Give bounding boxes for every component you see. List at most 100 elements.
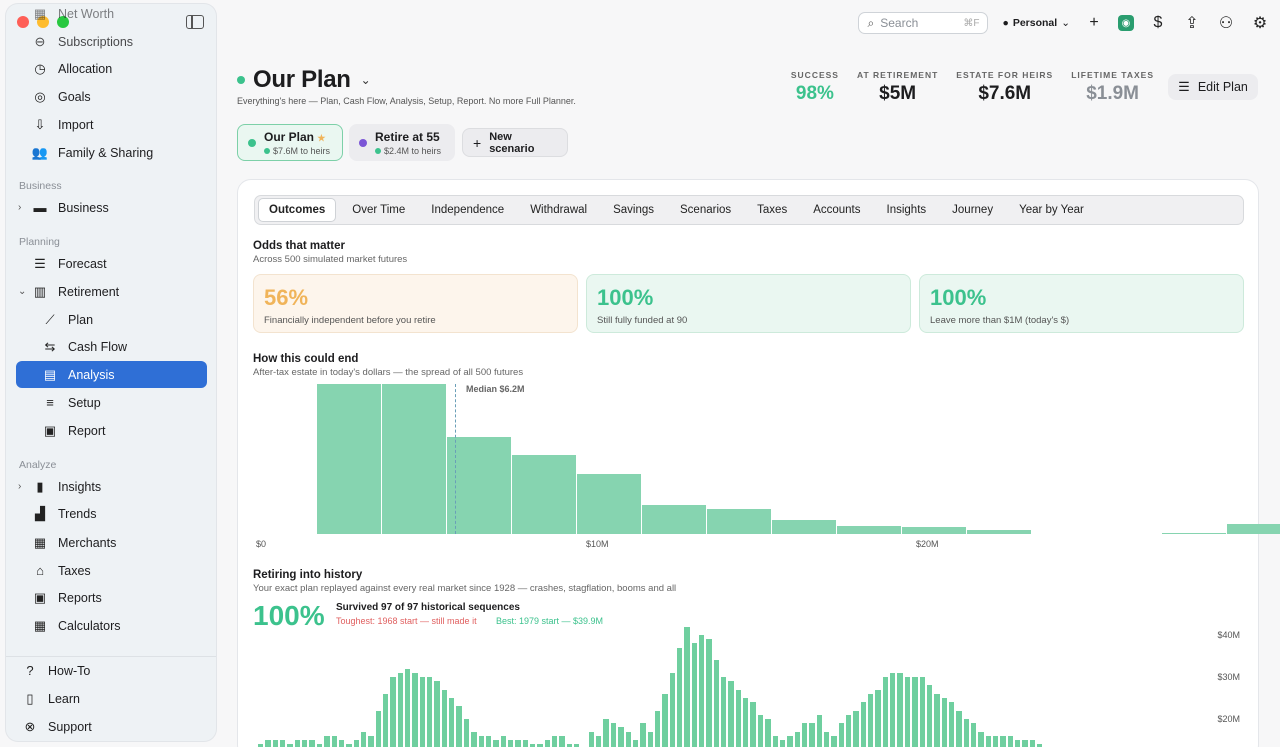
histogram-subtitle: After-tax estate in today's dollars — th… (253, 367, 524, 378)
tab-accounts[interactable]: Accounts (803, 199, 870, 221)
tab-journey[interactable]: Journey (942, 199, 1003, 221)
scenario-retire-at-55[interactable]: Retire at 55 $2.4M to heirs (349, 124, 455, 161)
history-bar (596, 735, 602, 747)
page-title[interactable]: Our Plan ⌄ (237, 66, 371, 94)
sliders-icon: ≡ (46, 395, 54, 410)
history-bar (280, 740, 286, 747)
forecast-icon: ☰ (34, 255, 46, 271)
sidebar-item-analysis[interactable]: ▤ Analysis (16, 361, 207, 388)
sidebar-item-subscriptions[interactable]: ⊖ Subscriptions (16, 28, 207, 55)
sidebar-item-taxes[interactable]: ⌂ Taxes (16, 557, 207, 584)
sidebar-item-insights[interactable]: › ▮ Insights (16, 473, 207, 500)
history-bar (801, 723, 808, 747)
sidebar-item-forecast[interactable]: ☰ Forecast (16, 250, 207, 277)
history-bar (750, 702, 756, 747)
sidebar-item-trends[interactable]: ▟ Trends (16, 500, 207, 527)
tab-taxes[interactable]: Taxes (747, 199, 797, 221)
sidebar-item-support[interactable]: ⊗ Support (6, 713, 197, 740)
map-icon: ▥ (33, 283, 47, 299)
new-scenario-button[interactable]: + New scenario (462, 128, 568, 157)
sidebar-item-business[interactable]: › ▬ Business (16, 194, 207, 221)
history-bar (552, 735, 558, 747)
status-dot (264, 147, 270, 154)
history-bar (757, 714, 764, 747)
odds-subtitle: Across 500 simulated market futures (253, 254, 408, 265)
book-icon: ▯ (26, 690, 34, 706)
sidebar-item-family-sharing[interactable]: 👥 Family & Sharing (16, 139, 207, 166)
sidebar-item-cash-flow[interactable]: ⇆ Cash Flow (16, 333, 207, 360)
chevron-down-icon[interactable]: ⌄ (18, 286, 26, 297)
history-bar (471, 731, 477, 747)
gear-icon[interactable]: ⚙ (1250, 13, 1270, 33)
history-bar (382, 693, 389, 747)
histogram-bar (382, 384, 446, 534)
sidebar-item-reports[interactable]: ▣ Reports (16, 584, 207, 611)
history-bar (978, 731, 984, 747)
history-bar (1000, 735, 1006, 747)
y-tick: $30M (1217, 672, 1240, 682)
sidebar-item-calculators[interactable]: ▦ Calculators (16, 612, 207, 639)
scenario-dot (359, 138, 367, 147)
history-bar (478, 735, 484, 747)
grid-icon: ▦ (33, 617, 47, 633)
histogram-bar (902, 527, 966, 534)
sidebar-item-how-to[interactable]: ? How-To (6, 657, 197, 684)
page-subtitle: Everything's here — Plan, Cash Flow, Ana… (237, 96, 576, 106)
currency-icon[interactable]: $ (1148, 13, 1168, 33)
scenario-dot (248, 138, 256, 147)
account-switcher[interactable]: ● Personal ⌄ (1002, 17, 1070, 29)
history-bar (1022, 740, 1028, 747)
tab-scenarios[interactable]: Scenarios (670, 199, 741, 221)
history-bar (294, 740, 301, 747)
history-bar (794, 731, 800, 747)
history-bar (625, 731, 631, 747)
sidebar-item-import[interactable]: ⇩ Import (16, 111, 207, 138)
add-icon[interactable]: + (1084, 13, 1104, 33)
sidebar-item-learn[interactable]: ▯ Learn (6, 685, 197, 712)
status-dot (375, 147, 381, 154)
sidebar-item-allocation[interactable]: ◷ Allocation (16, 55, 207, 82)
sidebar-item-goals[interactable]: ◎ Goals (16, 83, 207, 110)
history-bar (493, 740, 499, 747)
history-title: Retiring into history (253, 569, 363, 581)
sidebar-item-setup[interactable]: ≡ Setup (16, 389, 207, 416)
history-bar (772, 735, 778, 747)
edit-plan-button[interactable]: ☰ Edit Plan (1168, 74, 1258, 100)
tab-independence[interactable]: Independence (421, 199, 514, 221)
chevron-down-icon[interactable]: ⌄ (361, 73, 371, 87)
odds-card-independent: 56% Financially independent before you r… (253, 274, 578, 333)
sliders-icon: ☰ (1178, 79, 1190, 94)
plan-status-dot (237, 76, 245, 84)
tab-withdrawal[interactable]: Withdrawal (520, 199, 597, 221)
history-bar (603, 719, 609, 747)
history-bar (588, 731, 595, 747)
search-input[interactable]: ⌕ Search ⌘F (858, 12, 989, 34)
briefcase-icon: ▬ (33, 200, 47, 215)
share-icon[interactable]: ⇪ (1182, 13, 1202, 33)
histogram-bar (1227, 524, 1280, 534)
chevron-right-icon[interactable]: › (18, 481, 21, 492)
history-bar (904, 677, 911, 747)
sidebar-item-plan[interactable]: ⟋ Plan (16, 306, 207, 333)
history-bar (956, 710, 962, 747)
report-icon: ▣ (43, 422, 57, 438)
tab-insights[interactable]: Insights (877, 199, 937, 221)
sidebar-item-net-worth[interactable]: ▦ Net Worth (16, 4, 207, 27)
history-bar (353, 740, 359, 747)
odds-card-legacy: 100% Leave more than $1M (today's $) (919, 274, 1244, 333)
tab-outcomes[interactable]: Outcomes (258, 198, 337, 222)
sidebar-item-merchants[interactable]: ▦ Merchants (16, 529, 207, 556)
history-bar (912, 677, 918, 747)
assistant-icon[interactable]: ◉ (1118, 15, 1134, 31)
tab-savings[interactable]: Savings (603, 199, 664, 221)
sidebar-item-retirement[interactable]: ⌄ ▥ Retirement (16, 278, 207, 305)
history-bar (743, 698, 749, 747)
tab-over-time[interactable]: Over Time (342, 199, 415, 221)
x-tick: $0 (256, 539, 267, 549)
history-bar (721, 677, 727, 747)
people-icon[interactable]: ⚇ (1216, 13, 1236, 33)
sidebar-item-report[interactable]: ▣ Report (16, 417, 207, 444)
scenario-our-plan[interactable]: Our Plan ★ $7.6M to heirs (237, 124, 343, 161)
tab-year-by-year[interactable]: Year by Year (1009, 199, 1094, 221)
chevron-right-icon[interactable]: › (18, 202, 21, 213)
